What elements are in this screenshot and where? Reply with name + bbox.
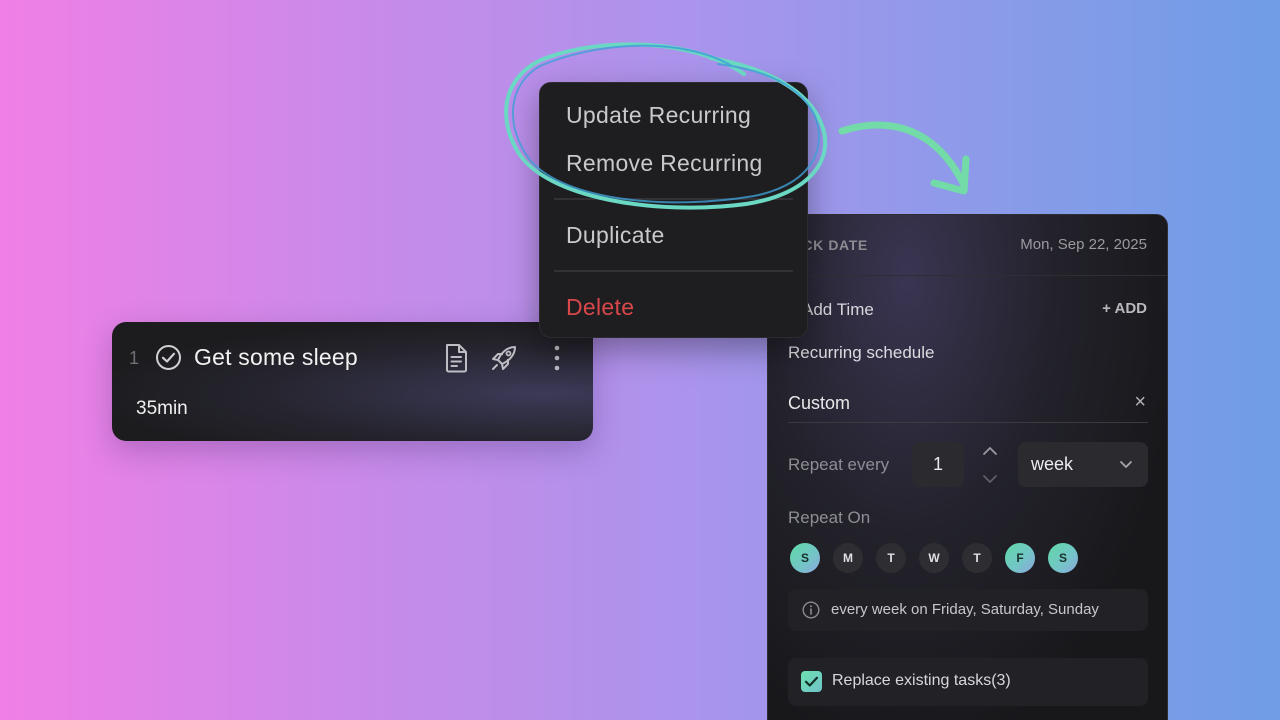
context-menu: Update Recurring Remove Recurring Duplic… xyxy=(539,82,808,338)
recurring-schedule-panel: PICK DATE Mon, Sep 22, 2025 Add Time + A… xyxy=(767,214,1168,720)
add-time-label: Add Time xyxy=(802,300,874,319)
weekday-selector: S M T W T F S xyxy=(790,543,1090,573)
menu-divider xyxy=(554,270,793,272)
info-icon xyxy=(802,601,820,619)
checkmark-icon xyxy=(804,676,819,687)
add-time-button[interactable]: + ADD xyxy=(1102,300,1147,317)
day-wednesday[interactable]: W xyxy=(919,543,949,573)
chevron-up-icon xyxy=(983,447,997,455)
repeat-every-label: Repeat every xyxy=(788,455,890,474)
replace-label: Replace existing tasks(3) xyxy=(832,672,1011,689)
day-monday[interactable]: M xyxy=(833,543,863,573)
recurring-schedule-label: Recurring schedule xyxy=(788,343,935,362)
day-sunday[interactable]: S xyxy=(790,543,820,573)
chevron-down-icon xyxy=(1120,461,1132,468)
chevron-down-icon xyxy=(983,475,997,483)
task-title[interactable]: Get some sleep xyxy=(194,344,358,371)
custom-label: Custom xyxy=(788,393,851,413)
menu-item-update-recurring[interactable]: Update Recurring xyxy=(566,102,751,129)
replace-existing-option[interactable]: Replace existing tasks(3) xyxy=(788,658,1148,706)
menu-item-delete[interactable]: Delete xyxy=(566,294,634,321)
interval-unit-select[interactable]: week xyxy=(1018,442,1148,487)
day-saturday[interactable]: S xyxy=(1048,543,1078,573)
summary-text: every week on Friday, Saturday, Sunday xyxy=(831,601,1099,618)
task-index: 1 xyxy=(129,348,140,368)
replace-checkbox[interactable] xyxy=(801,671,822,692)
arrow-icon xyxy=(838,121,970,195)
interval-stepper[interactable] xyxy=(980,443,1000,487)
day-thursday[interactable]: T xyxy=(962,543,992,573)
more-vertical-icon[interactable] xyxy=(545,342,575,374)
note-icon[interactable] xyxy=(441,342,471,374)
check-circle-icon[interactable] xyxy=(155,344,182,371)
menu-item-duplicate[interactable]: Duplicate xyxy=(566,222,665,249)
repeat-on-label: Repeat On xyxy=(788,508,871,527)
interval-input[interactable] xyxy=(912,442,964,487)
task-duration: 35min xyxy=(136,398,188,419)
selected-date[interactable]: Mon, Sep 22, 2025 xyxy=(1020,236,1147,253)
close-icon[interactable]: × xyxy=(1134,391,1146,414)
panel-header: PICK DATE Mon, Sep 22, 2025 xyxy=(768,215,1167,276)
day-tuesday[interactable]: T xyxy=(876,543,906,573)
task-card[interactable]: 1 Get some sleep 35min xyxy=(112,322,593,441)
day-friday[interactable]: F xyxy=(1005,543,1035,573)
rocket-icon[interactable] xyxy=(489,342,519,374)
unit-value: week xyxy=(1031,454,1074,474)
menu-item-remove-recurring[interactable]: Remove Recurring xyxy=(566,150,763,177)
schedule-summary: every week on Friday, Saturday, Sunday xyxy=(788,589,1148,631)
custom-schedule-select[interactable]: Custom × xyxy=(788,385,1148,423)
menu-divider xyxy=(554,198,793,200)
